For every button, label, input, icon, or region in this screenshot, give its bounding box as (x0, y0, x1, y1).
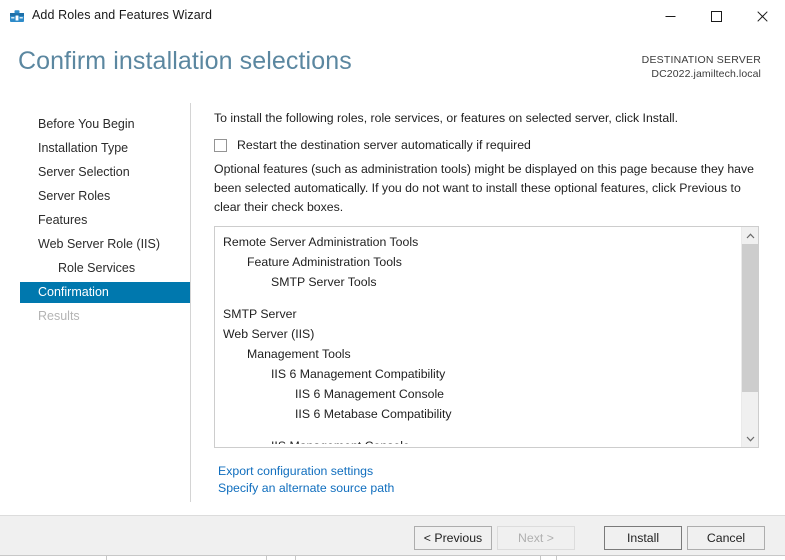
install-button[interactable]: Install (604, 526, 682, 550)
tree-item: SMTP Server Tools (215, 272, 742, 292)
close-button[interactable] (739, 0, 785, 32)
next-button: Next > (497, 526, 575, 550)
minimize-button[interactable] (647, 0, 693, 32)
tree-item: SMTP Server (215, 304, 742, 324)
sidebar-item-before-you-begin[interactable]: Before You Begin (0, 114, 135, 134)
sidebar-item-confirmation[interactable]: Confirmation (20, 282, 190, 303)
restart-checkbox[interactable] (214, 139, 227, 152)
tree-item: Remote Server Administration Tools (215, 232, 742, 252)
scroll-up-button[interactable] (742, 227, 758, 244)
scroll-down-button[interactable] (742, 430, 758, 447)
minimize-icon (665, 11, 676, 22)
sidebar-item-server-roles[interactable]: Server Roles (0, 186, 110, 206)
maximize-icon (711, 11, 722, 22)
taskbar-edge (0, 555, 785, 560)
destination-server-label: DESTINATION SERVER (642, 53, 761, 67)
wizard-navigation-sidebar: Before You Begin Installation Type Server … (0, 100, 191, 512)
sidebar-item-features[interactable]: Features (0, 210, 87, 230)
sidebar-item-web-server-role-iis[interactable]: Web Server Role (IIS) (0, 234, 160, 254)
wizard-window: Add Roles and Features Wizard Confirm in… (0, 0, 785, 560)
destination-server-block: DESTINATION SERVER DC2022.jamiltech.loca… (642, 53, 761, 81)
restart-checkbox-label: Restart the destination server automatic… (237, 138, 531, 152)
close-icon (757, 11, 768, 22)
page-header: Confirm installation selections DESTINAT… (0, 33, 785, 95)
destination-server-name: DC2022.jamiltech.local (642, 67, 761, 81)
listbox-vertical-scrollbar[interactable] (741, 227, 758, 447)
tree-item: Management Tools (215, 344, 742, 364)
sidebar-item-results: Results (0, 306, 80, 326)
optional-features-paragraph: Optional features (such as administratio… (214, 160, 759, 217)
window-title: Add Roles and Features Wizard (32, 8, 212, 22)
taskbar-divider (556, 556, 557, 560)
scrollbar-thumb[interactable] (742, 244, 758, 392)
chevron-down-icon (746, 436, 755, 442)
taskbar-divider (295, 556, 296, 560)
sidebar-item-role-services[interactable]: Role Services (0, 258, 135, 278)
wizard-toolbox-icon (8, 7, 26, 25)
maximize-button[interactable] (693, 0, 739, 32)
title-bar: Add Roles and Features Wizard (0, 0, 785, 34)
sidebar-item-installation-type[interactable]: Installation Type (0, 138, 128, 158)
tree-item: IIS 6 Management Compatibility (215, 364, 742, 384)
wizard-footer: < Previous Next > Install Cancel (0, 515, 785, 560)
chevron-up-icon (746, 233, 755, 239)
tree-item: IIS 6 Metabase Compatibility (215, 404, 742, 424)
taskbar-divider (106, 556, 107, 560)
previous-button[interactable]: < Previous (414, 526, 492, 550)
cancel-button[interactable]: Cancel (687, 526, 765, 550)
install-instruction: To install the following roles, role ser… (214, 111, 678, 125)
page-title: Confirm installation selections (18, 47, 352, 76)
taskbar-divider (266, 556, 267, 560)
selected-features-listbox[interactable]: Remote Server Administration ToolsFeatur… (214, 226, 759, 448)
sidebar-item-server-selection[interactable]: Server Selection (0, 162, 130, 182)
tree-item: IIS 6 Management Console (215, 384, 742, 404)
sidebar-divider (190, 103, 191, 502)
restart-checkbox-row[interactable]: Restart the destination server automatic… (214, 138, 531, 152)
tree-item: Web Server (IIS) (215, 324, 742, 344)
taskbar-divider (540, 556, 541, 560)
export-configuration-settings-link[interactable]: Export configuration settings (218, 464, 373, 478)
tree-item: Feature Administration Tools (215, 252, 742, 272)
selected-features-tree: Remote Server Administration ToolsFeatur… (215, 232, 742, 444)
tree-item: IIS Management Console (215, 436, 742, 444)
specify-alternate-source-path-link[interactable]: Specify an alternate source path (218, 481, 394, 495)
